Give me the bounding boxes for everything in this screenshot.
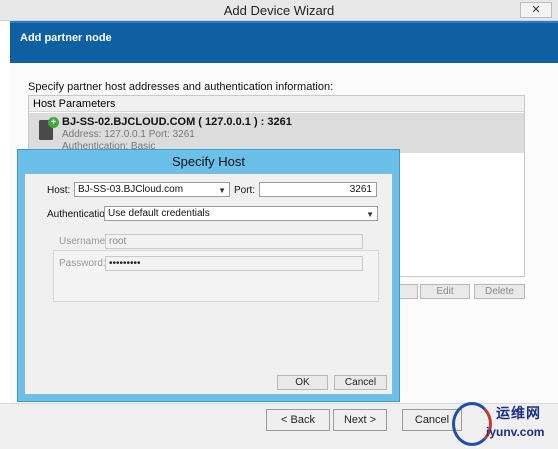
- password-label: Password:: [59, 258, 106, 269]
- chevron-down-icon: ▼: [218, 186, 226, 195]
- username-field[interactable]: root: [105, 234, 363, 249]
- chevron-down-icon: ▼: [366, 210, 374, 219]
- wizard-header: Add partner node: [10, 21, 558, 63]
- host-label: Host:: [47, 185, 71, 196]
- close-button[interactable]: ✕: [520, 2, 552, 18]
- watermark-cn: 运维网: [496, 405, 541, 421]
- edit-button[interactable]: Edit: [420, 284, 470, 299]
- authentication-value: Use default credentials: [108, 208, 210, 219]
- specify-host-dialog: Specify Host Host: BJ-SS-03.BJCloud.com …: [17, 149, 400, 402]
- dialog-title: Specify Host: [172, 154, 245, 169]
- host-value: BJ-SS-03.BJCloud.com: [78, 184, 184, 195]
- host-combobox[interactable]: BJ-SS-03.BJCloud.com ▼: [74, 182, 230, 197]
- list-item[interactable]: + BJ-SS-02.BJCLOUD.COM ( 127.0.0.1 ) : 3…: [29, 113, 524, 153]
- username-label: Username:: [59, 236, 108, 247]
- logo-circle-icon: [452, 402, 492, 446]
- port-input[interactable]: 3261: [259, 182, 377, 197]
- dialog-body: Host: BJ-SS-03.BJCloud.com ▼ Port: 3261 …: [24, 173, 393, 395]
- window-title: Add Device Wizard: [223, 3, 335, 18]
- host-address: Address: 127.0.0.1 Port: 3261: [62, 129, 195, 140]
- back-button[interactable]: < Back: [266, 409, 330, 431]
- add-button[interactable]: [398, 284, 418, 299]
- ok-button[interactable]: OK: [277, 375, 328, 390]
- host-name: BJ-SS-02.BJCLOUD.COM ( 127.0.0.1 ) : 326…: [62, 116, 292, 128]
- title-bar: Add Device Wizard ✕: [0, 0, 558, 21]
- instructions-text: Specify partner host addresses and authe…: [28, 81, 334, 93]
- dialog-cancel-button[interactable]: Cancel: [334, 375, 387, 390]
- next-button[interactable]: Next >: [333, 409, 387, 431]
- watermark-logo: 运维网 iyunv.com: [452, 400, 558, 449]
- watermark-url: iyunv.com: [486, 425, 545, 439]
- port-label: Port:: [234, 185, 256, 196]
- authentication-select[interactable]: Use default credentials ▼: [104, 206, 378, 221]
- password-field[interactable]: •••••••••: [105, 256, 363, 271]
- list-column-header: Host Parameters: [29, 96, 524, 112]
- header-title: Add partner node: [20, 32, 112, 44]
- server-add-icon: +: [39, 117, 59, 140]
- delete-button[interactable]: Delete: [474, 284, 525, 299]
